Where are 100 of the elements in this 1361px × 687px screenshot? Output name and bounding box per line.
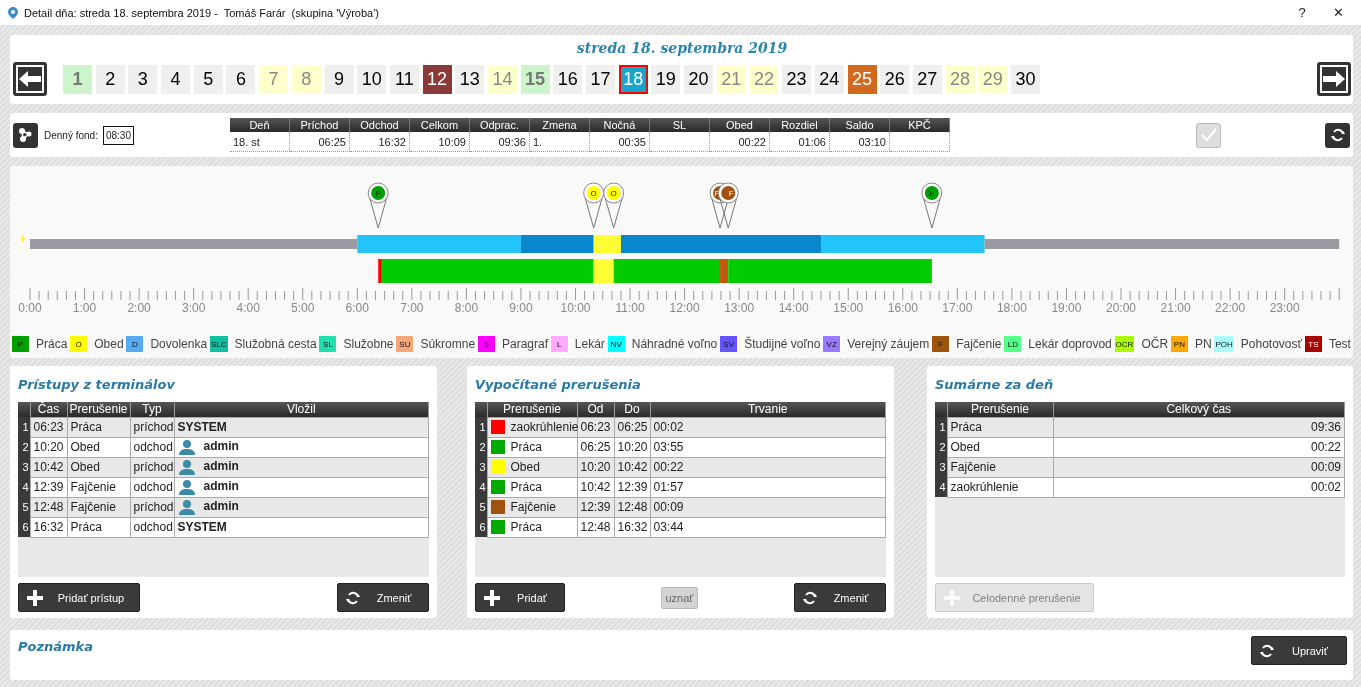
user-name: SYSTEM (177, 520, 227, 534)
table-cell: Fajčenie (67, 497, 130, 517)
panel-title: Prístupy z terminálov (18, 376, 176, 394)
day-button[interactable]: 13 (455, 64, 485, 94)
row-number: 3 (475, 457, 487, 477)
action-button[interactable]: Pridať (475, 583, 565, 612)
table-cell: 09:36 (469, 132, 530, 152)
legend-badge: POH (1214, 336, 1234, 352)
action-button[interactable]: Zmeniť (794, 583, 886, 612)
column-header: Odchod (349, 118, 410, 132)
break-name: Obed (510, 459, 540, 474)
day-button[interactable]: 27 (912, 64, 942, 94)
legend-label: Práca (36, 337, 68, 351)
marker-letter: P (929, 189, 935, 198)
day-button[interactable]: 9 (324, 64, 354, 94)
axis-label: 10:00 (560, 301, 591, 315)
column-header: SL (649, 118, 710, 132)
day-button[interactable]: 15 (520, 64, 550, 94)
day-button[interactable]: 25 (847, 64, 877, 94)
day-button[interactable]: 1 (63, 64, 92, 94)
day-button[interactable]: 29 (978, 64, 1008, 94)
row-number: 1 (475, 417, 487, 437)
day-button[interactable]: 6 (226, 64, 256, 94)
previous-button[interactable] (13, 62, 47, 96)
day-button[interactable]: 8 (291, 64, 321, 94)
day-button[interactable]: 30 (1010, 64, 1040, 94)
row-number: 6 (18, 517, 30, 537)
table-cell: 12:39 (30, 477, 67, 497)
marker-letter: O (590, 189, 597, 198)
next-button[interactable] (1317, 62, 1351, 96)
break-name: Práca (510, 479, 542, 494)
right-arrow-icon (1323, 71, 1345, 87)
close-button[interactable]: ✕ (1323, 5, 1353, 20)
left-arrow-icon (19, 71, 41, 87)
marker-pin[interactable] (717, 182, 739, 229)
legend-label: Dovolenka (150, 337, 208, 351)
day-button[interactable]: 28 (945, 64, 975, 94)
column-header: Celkový čas (1053, 402, 1345, 417)
window-title: Detail dňa: streda 18. septembra 2019 - Tomáš Farár (skupina 'Výroba') (24, 6, 380, 19)
row-number: 5 (18, 497, 30, 517)
table-cell: Obed (67, 437, 130, 457)
day-button[interactable]: 16 (553, 64, 583, 94)
table-cell: 06:25 (289, 132, 350, 152)
table-cell: 10:42 (30, 457, 67, 477)
day-button[interactable]: 17 (586, 64, 615, 94)
marker-pin[interactable] (921, 182, 943, 229)
axis-label: 7:00 (400, 301, 424, 315)
fund-field[interactable]: 08:30 (102, 125, 134, 145)
axis-label: 23:00 (1269, 301, 1300, 315)
column-header: Prerušenie (947, 402, 1053, 417)
table-cell: 00:02 (650, 417, 886, 437)
break-name: Fajčenie (510, 499, 556, 514)
legend-label: Lekár (574, 337, 605, 351)
row-number: 3 (935, 457, 947, 477)
day-button[interactable]: 23 (782, 64, 812, 94)
day-button[interactable]: 24 (814, 64, 844, 94)
table-cell: 03:44 (650, 517, 886, 537)
column-header: Odprac. (469, 118, 530, 132)
table-cell: 12:39 (614, 477, 650, 497)
action-button[interactable]: Zmeniť (337, 583, 429, 612)
day-button[interactable]: 22 (749, 64, 779, 94)
column-header: Saldo (829, 118, 890, 132)
marker-pin[interactable] (367, 182, 389, 229)
user-icon (177, 459, 196, 475)
day-button[interactable]: 26 (880, 64, 910, 94)
help-button[interactable]: ? (1287, 5, 1317, 20)
marker-pin[interactable] (603, 182, 625, 229)
legend-badge: PN (1170, 336, 1188, 352)
day-button[interactable]: 2 (95, 64, 125, 94)
nodes-button[interactable] (13, 122, 38, 148)
column-header: Od (577, 402, 614, 417)
marker-letter: P (375, 189, 381, 198)
marker-pin[interactable] (583, 182, 605, 229)
day-button[interactable]: 10 (357, 64, 387, 94)
day-button[interactable]: 12 (422, 64, 452, 94)
user-name: admin (203, 459, 239, 474)
legend-badge: D (126, 336, 144, 352)
break-name: Práca (510, 519, 542, 534)
table-cell: 03:10 (829, 132, 890, 152)
legend-label: Služobne (343, 337, 394, 351)
legend-badge: O (70, 336, 88, 352)
table-cell: Práca (67, 517, 130, 537)
legend-badge: SV (720, 336, 738, 352)
action-button[interactable]: Upraviť (1251, 636, 1347, 665)
axis-label: 4:00 (236, 301, 260, 315)
row-number: 4 (475, 477, 487, 497)
column-header: Typ (130, 402, 174, 417)
axis-label: 14:00 (778, 301, 809, 315)
table-cell: odchod (130, 437, 174, 457)
table-cell: 10:20 (577, 457, 614, 477)
day-button[interactable]: 11 (389, 64, 419, 94)
legend-badge: SU (396, 336, 414, 352)
action-button[interactable]: Pridať prístup (18, 583, 140, 612)
day-button[interactable]: 19 (651, 64, 681, 94)
day-button[interactable]: 20 (684, 64, 714, 94)
day-button[interactable]: 3 (128, 64, 158, 94)
refresh-button[interactable] (1325, 122, 1350, 148)
day-button[interactable]: 5 (193, 64, 223, 94)
day-button[interactable]: 4 (161, 64, 191, 94)
row-number: 4 (935, 477, 947, 497)
